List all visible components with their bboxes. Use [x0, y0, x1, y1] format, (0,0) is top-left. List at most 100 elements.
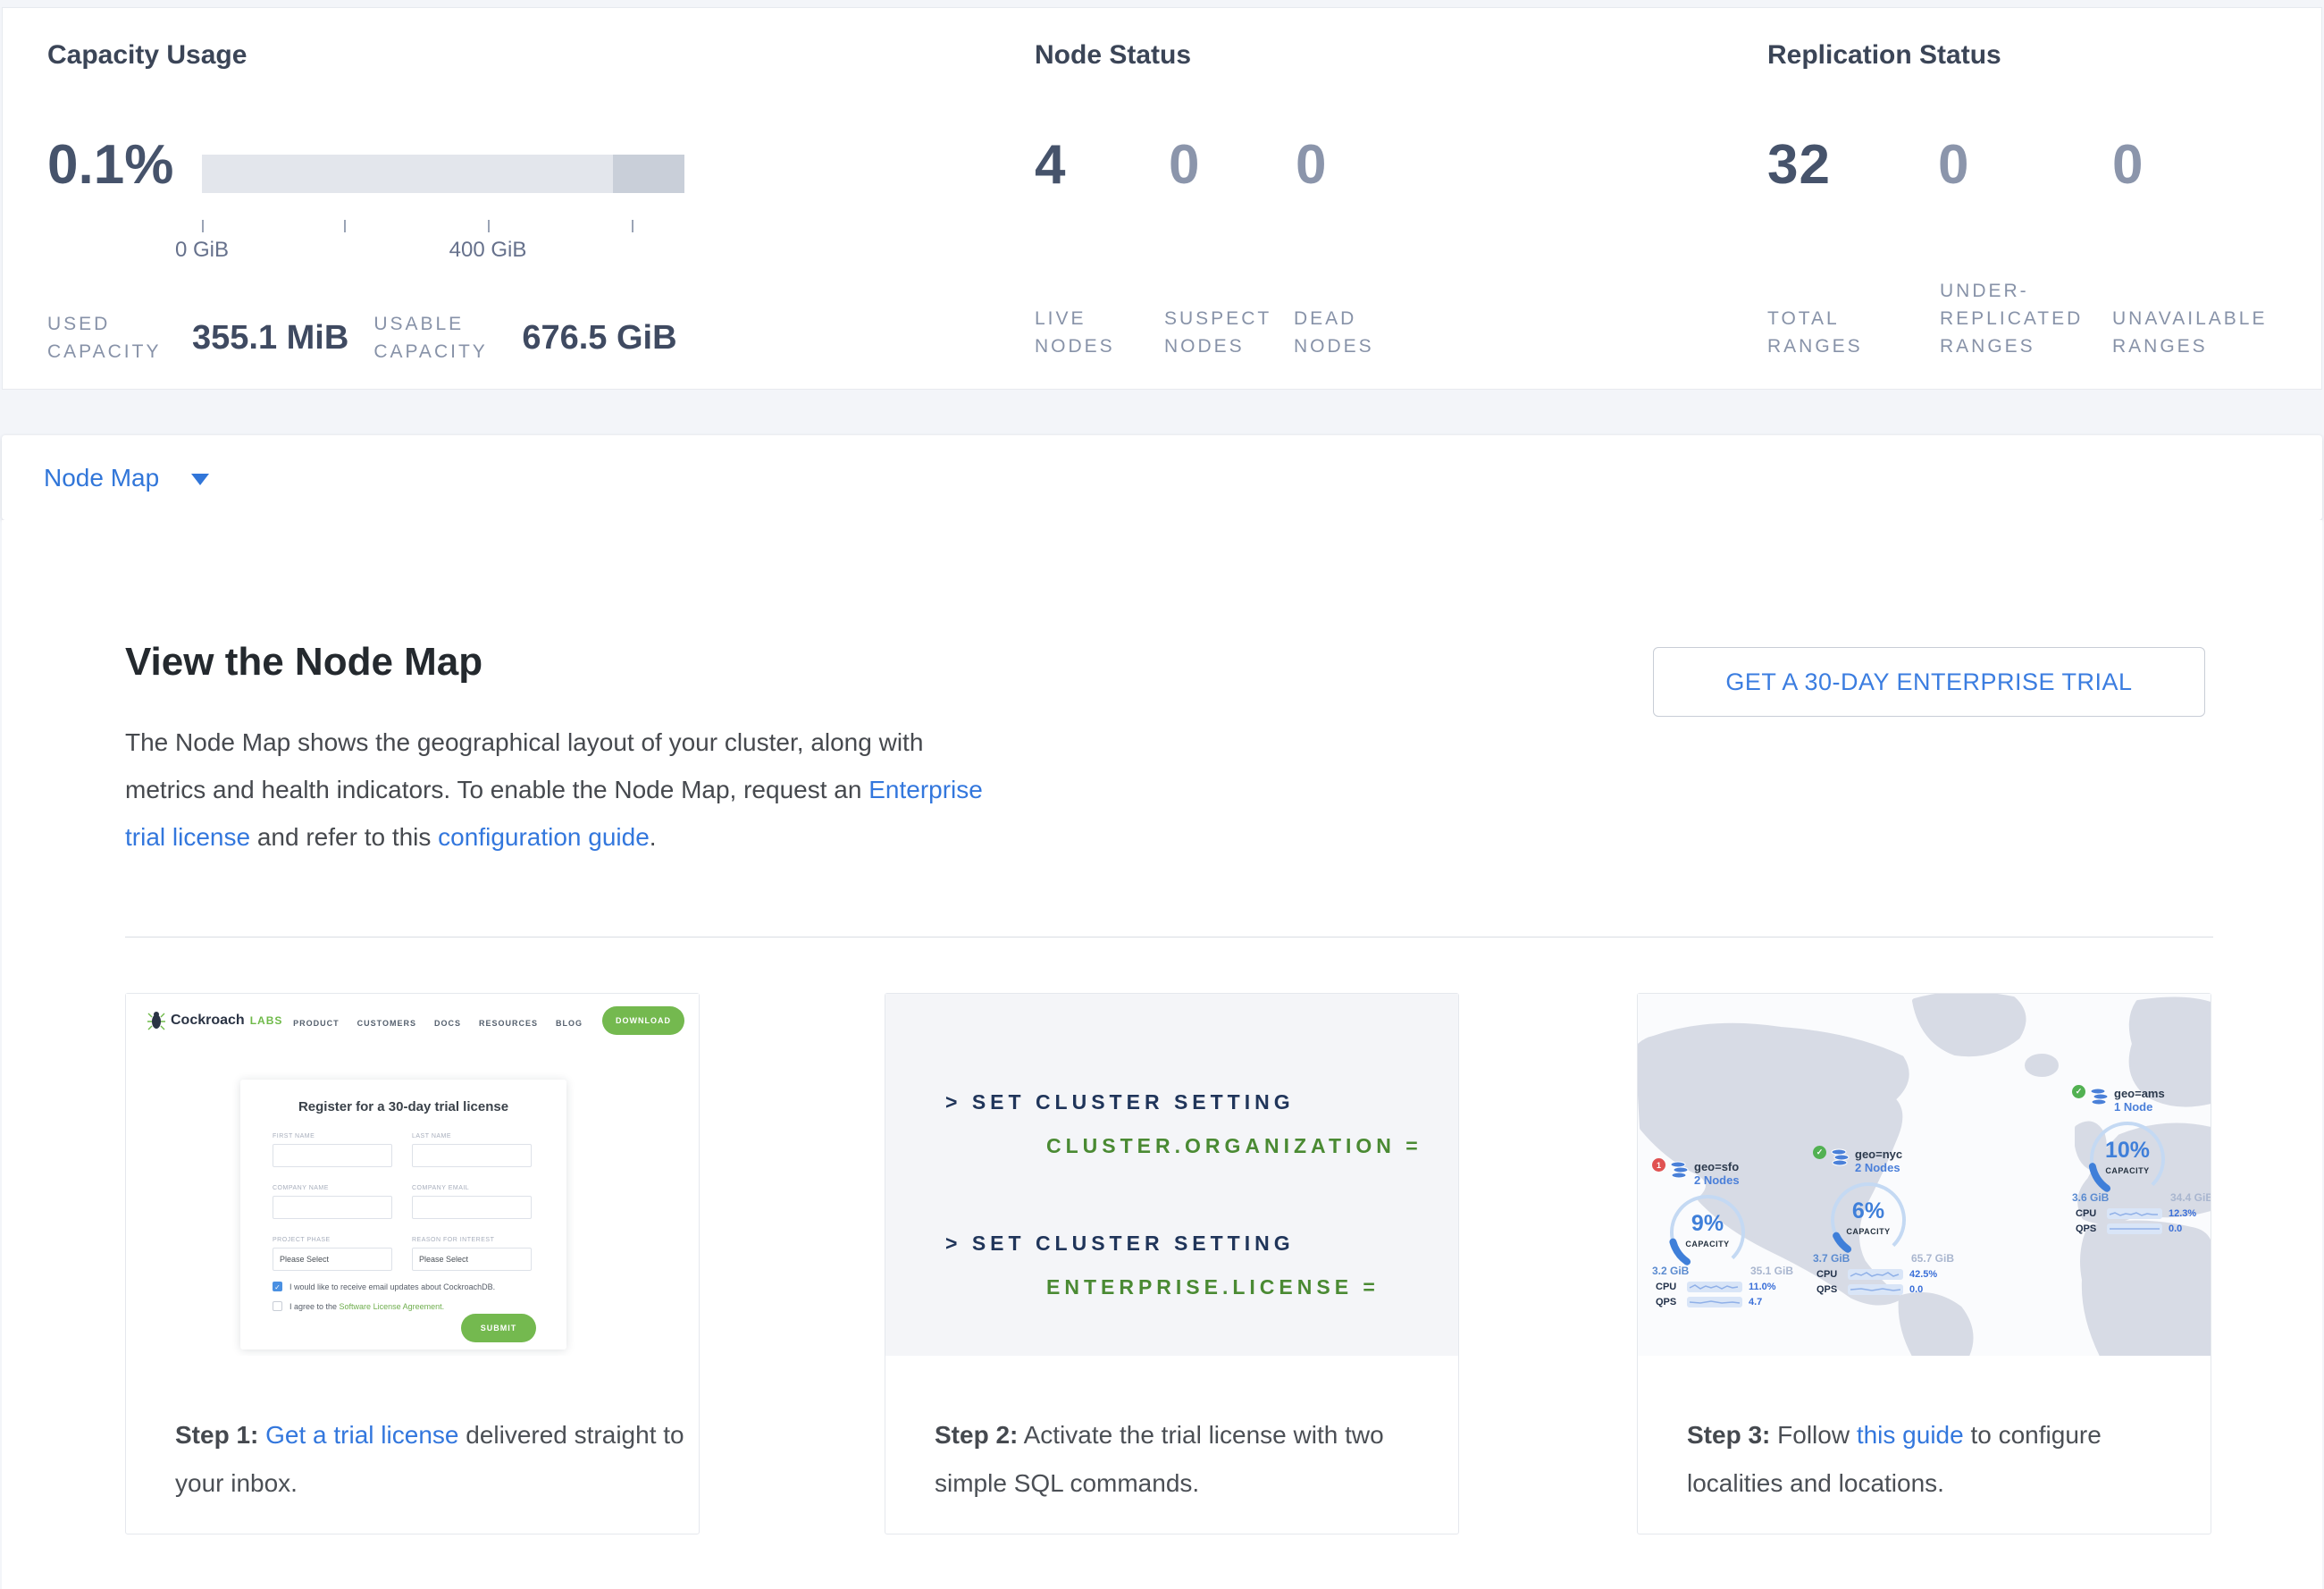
- qps-value: 4.7: [1749, 1297, 1762, 1307]
- get-trial-license-link[interactable]: Get a trial license: [265, 1421, 458, 1449]
- step2-caption: Step 2: Activate the trial license with …: [885, 1356, 1458, 1508]
- trial-form-screenshot: Cockroach LABS PRODUCT CUSTOMERS DOCS RE…: [126, 994, 699, 1356]
- replication-status-labels: TOTAL RANGES UNDER-REPLICATED RANGES UNA…: [1767, 264, 2303, 360]
- replication-status-panel: Replication Status 32 0 0 TOTAL RANGES U…: [1767, 8, 2303, 389]
- last-name-input: [412, 1144, 532, 1167]
- capacity-total: 34.4 GiB: [2170, 1191, 2211, 1204]
- qps-metric: QPS 0.0: [1816, 1284, 1959, 1295]
- get-enterprise-trial-button[interactable]: GET A 30-DAY ENTERPRISE TRIAL: [1653, 647, 2205, 717]
- qps-label: QPS: [2076, 1223, 2101, 1234]
- usable-capacity-value: 676.5 GiB: [522, 319, 676, 357]
- cpu-metric: CPU 12.3%: [2076, 1208, 2211, 1219]
- cockroach-site-preview: Cockroach LABS PRODUCT CUSTOMERS DOCS RE…: [126, 994, 699, 1356]
- total-ranges-label: TOTAL RANGES: [1767, 305, 1875, 360]
- capacity-percent: 9%: [1665, 1211, 1750, 1237]
- step1-card: Cockroach LABS PRODUCT CUSTOMERS DOCS RE…: [125, 993, 700, 1534]
- node-map-view-dropdown[interactable]: Node Map: [2, 435, 2322, 520]
- sql-keyword: SET CLUSTER SETTING: [961, 1232, 1294, 1255]
- ok-badge-icon: ✓: [1813, 1146, 1826, 1159]
- database-icon: [1670, 1160, 1690, 1180]
- caption-text: Follow: [1770, 1421, 1856, 1449]
- agree-pre: I agree to the: [289, 1302, 340, 1311]
- used-capacity-value: 355.1 MiB: [192, 319, 348, 357]
- node-map-view-label: Node Map: [44, 464, 159, 492]
- replication-status-title: Replication Status: [1767, 40, 2001, 71]
- cockroach-logo: Cockroach LABS: [147, 1010, 282, 1031]
- total-ranges-value: 32: [1767, 133, 1831, 197]
- unavailable-ranges-label: UNAVAILABLE RANGES: [2112, 305, 2302, 360]
- sql-keyword: SET CLUSTER SETTING: [961, 1090, 1294, 1114]
- capacity-percent-value: 0.1%: [47, 133, 173, 197]
- capacity-total: 35.1 GiB: [1750, 1265, 1793, 1277]
- agree-checkbox-row: I agree to the Software License Agreemen…: [273, 1301, 444, 1311]
- axis-tick-label: 0 GiB: [166, 238, 238, 263]
- capacity-label: CAPACITY: [1825, 1227, 1911, 1236]
- region-widget-nyc: ✓ geo=nyc 2 Nodes: [1813, 1148, 1959, 1295]
- capacity-percent: 10%: [2085, 1138, 2170, 1164]
- under-replicated-ranges-value: 0: [1938, 133, 1969, 197]
- error-badge-icon: 1: [1652, 1158, 1665, 1172]
- unavailable-ranges-value: 0: [2112, 133, 2144, 197]
- region-header: ✓ geo=nyc 2 Nodes: [1813, 1148, 1959, 1175]
- checkbox-checked-icon: ✓: [273, 1282, 282, 1291]
- under-replicated-ranges-label: UNDER-REPLICATED RANGES: [1940, 277, 2129, 360]
- dead-nodes-label: DEAD NODES: [1294, 305, 1392, 360]
- nav-item: CUSTOMERS: [357, 1019, 416, 1028]
- capacity-axis: 0 GiB 400 GiB: [202, 220, 684, 273]
- form-title: Register for a 30-day trial license: [240, 1099, 566, 1114]
- node-status-title: Node Status: [1035, 40, 1191, 71]
- description-text: The Node Map shows the geographical layo…: [125, 728, 923, 803]
- step2-label: Step 2:: [935, 1421, 1018, 1449]
- region-widget-sfo: 1 geo=sfo 2 Nodes: [1652, 1160, 1799, 1307]
- field-label: COMPANY EMAIL: [412, 1185, 469, 1191]
- axis-tick: [344, 220, 346, 232]
- suspect-nodes-value: 0: [1169, 133, 1200, 197]
- capacity-percent: 6%: [1825, 1198, 1911, 1224]
- trial-registration-form: Register for a 30-day trial license FIRS…: [240, 1080, 566, 1349]
- cockroach-bug-icon: [147, 1010, 165, 1031]
- reason-select: Please Select: [412, 1248, 532, 1271]
- sql-setting: ENTERPRISE.LICENSE =: [1046, 1275, 1380, 1299]
- axis-tick: [632, 220, 633, 232]
- nav-item: PRODUCT: [293, 1019, 340, 1028]
- checkbox-empty-icon: [273, 1301, 282, 1311]
- capacity-stats-row: USED CAPACITY 355.1 MiB USABLE CAPACITY …: [47, 310, 677, 366]
- capacity-bar-other-segment: [613, 155, 684, 193]
- axis-tick: [202, 220, 204, 232]
- first-name-input: [273, 1144, 392, 1167]
- suspect-nodes-label: SUSPECT NODES: [1164, 305, 1280, 360]
- configuration-guide-link[interactable]: configuration guide: [438, 823, 650, 851]
- description-text: and refer to this: [250, 823, 438, 851]
- caption-text: [258, 1421, 265, 1449]
- nav-item: RESOURCES: [479, 1019, 538, 1028]
- optin-text: I would like to receive email updates ab…: [289, 1282, 495, 1291]
- field-label: PROJECT PHASE: [273, 1237, 331, 1243]
- region-header: 1 geo=sfo 2 Nodes: [1652, 1160, 1799, 1188]
- capacity-usage-panel: Capacity Usage 0.1% 0 GiB 400 GiB USED C…: [47, 8, 986, 389]
- qps-value: 0.0: [1909, 1284, 1923, 1295]
- license-agreement-link: Software License Agreement.: [340, 1302, 445, 1311]
- capacity-label: CAPACITY: [1665, 1240, 1750, 1248]
- cpu-sparkline: [1687, 1282, 1742, 1292]
- qps-metric: QPS 4.7: [1656, 1297, 1799, 1307]
- field-label: REASON FOR INTEREST: [412, 1237, 494, 1243]
- field-label: LAST NAME: [412, 1133, 451, 1139]
- sql-prompt: >: [945, 1090, 961, 1114]
- sql-line: > SET CLUSTER SETTING: [945, 1090, 1295, 1114]
- node-map-description: The Node Map shows the geographical layo…: [125, 719, 983, 861]
- download-pill: DOWNLOAD: [602, 1006, 684, 1035]
- used-capacity-label: USED CAPACITY: [47, 310, 171, 366]
- this-guide-link[interactable]: this guide: [1857, 1421, 1964, 1449]
- cpu-value: 11.0%: [1749, 1282, 1776, 1292]
- region-header: ✓ geo=ams 1 Node: [2072, 1087, 2211, 1114]
- axis-tick-label: 400 GiB: [434, 238, 541, 263]
- node-status-panel: Node Status 4 0 0 LIVE NODES SUSPECT NOD…: [1035, 8, 1714, 389]
- cluster-summary-card: Capacity Usage 0.1% 0 GiB 400 GiB USED C…: [2, 7, 2322, 390]
- cpu-label: CPU: [1656, 1282, 1681, 1292]
- field-label: FIRST NAME: [273, 1133, 315, 1139]
- cpu-value: 42.5%: [1909, 1269, 1937, 1280]
- capacity-usage-title: Capacity Usage: [47, 40, 247, 71]
- site-nav: PRODUCT CUSTOMERS DOCS RESOURCES BLOG: [293, 1019, 583, 1028]
- axis-tick: [488, 220, 490, 232]
- dead-nodes-value: 0: [1296, 133, 1327, 197]
